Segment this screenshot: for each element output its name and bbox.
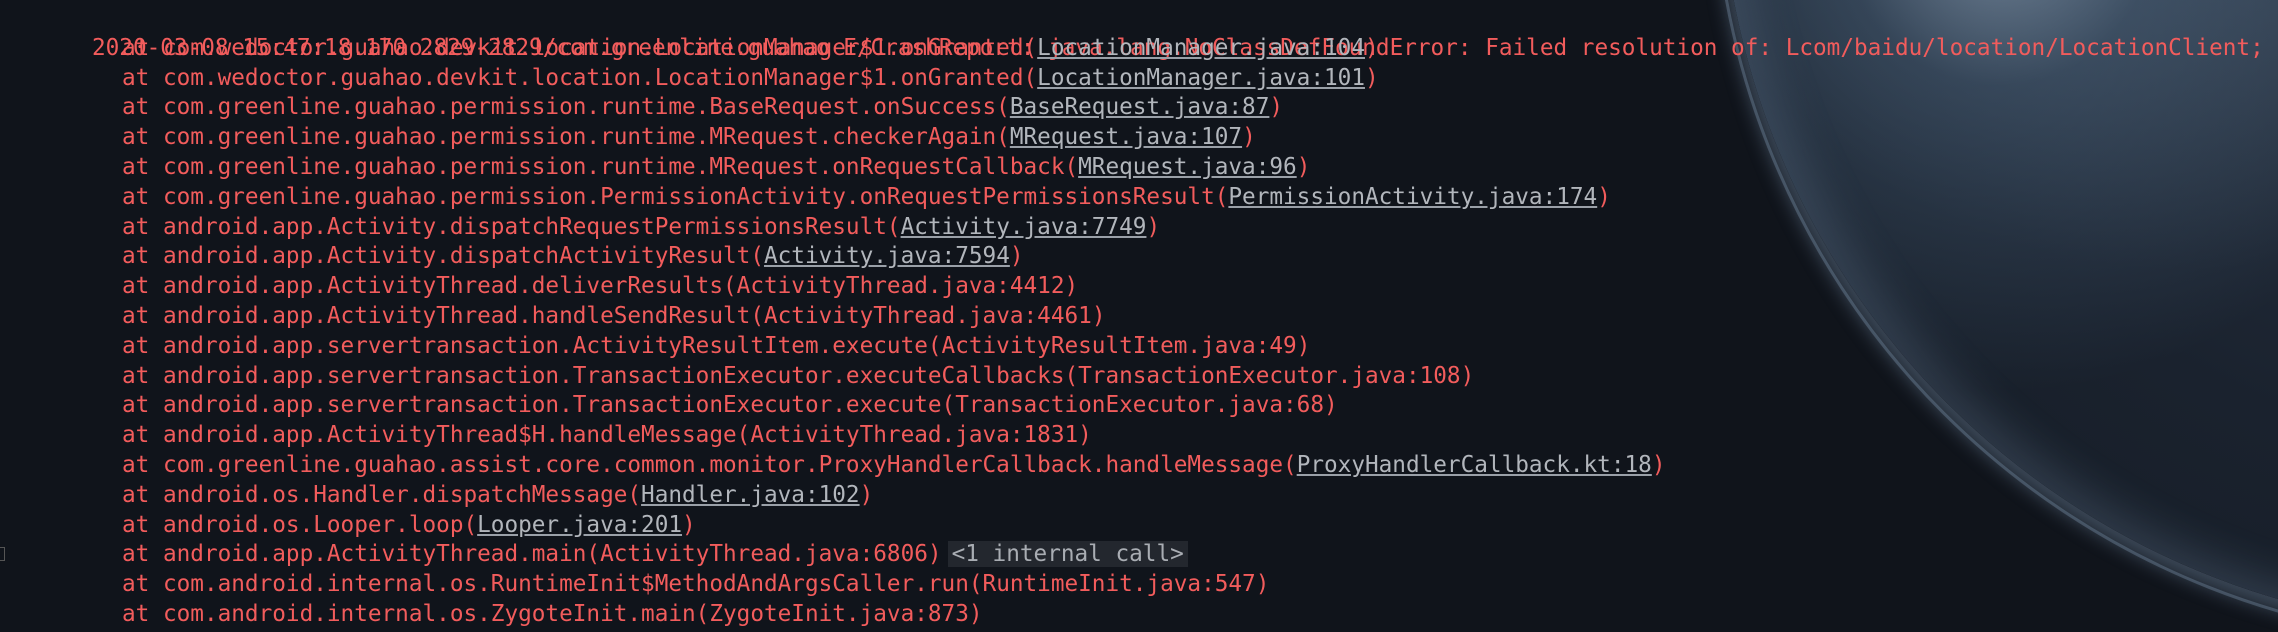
stack-frame-line: at android.app.servertransaction.Transac… — [10, 390, 1338, 420]
closing-paren: ) — [1296, 332, 1311, 359]
stack-frame-line: at com.greenline.guahao.permission.runti… — [10, 152, 1310, 182]
source-file-link[interactable]: MRequest.java:107 — [1010, 124, 1242, 150]
stack-frame-method: at android.os.Handler.dispatchMessage( — [122, 481, 642, 508]
closing-paren: ) — [682, 511, 696, 538]
closing-paren: ) — [1364, 64, 1379, 91]
stack-frame-method: at android.app.ActivityThread.handleSend… — [122, 303, 764, 329]
stack-frame-line: at android.app.ActivityThread.deliverRes… — [10, 271, 1078, 301]
closing-paren: ) — [1242, 124, 1256, 151]
closing-paren: ) — [1324, 392, 1338, 419]
internal-calls-fold-button[interactable]: <1 internal call> — [947, 541, 1188, 568]
stack-frame-method: at android.app.ActivityThread.main( — [122, 541, 601, 568]
stack-frame-line: at com.greenline.guahao.permission.Permi… — [10, 182, 1611, 212]
source-file-link[interactable]: Looper.java:201 — [477, 512, 682, 538]
source-file-text: ActivityThread.java:4461 — [763, 303, 1092, 329]
source-file-text: ActivityThread.java:1831 — [750, 422, 1079, 449]
stack-frame-method: at com.greenline.guahao.permission.Permi… — [122, 183, 1229, 210]
stack-frame-method: at android.app.servertransaction.Activit… — [122, 332, 942, 359]
stack-frame-line: at com.greenline.guahao.assist.core.comm… — [10, 450, 1666, 480]
background-planet-rim — [1712, 0, 2278, 632]
stack-frame-method: at com.greenline.guahao.permission.runti… — [122, 94, 1010, 121]
closing-paren: ) — [859, 481, 874, 508]
stack-frame-line: at android.app.Activity.dispatchActivity… — [10, 241, 1024, 271]
source-file-link[interactable]: LocationManager.java:104 — [1037, 35, 1365, 61]
closing-paren: ) — [1296, 154, 1311, 180]
source-file-link[interactable]: BaseRequest.java:87 — [1010, 94, 1270, 120]
closing-paren: ) — [1364, 34, 1379, 61]
stack-frame-method: at com.wedoctor.guahao.devkit.location.L… — [122, 34, 1038, 61]
fold-marker-icon[interactable] — [0, 547, 5, 561]
closing-paren: ) — [1078, 422, 1092, 449]
stack-frame-method: at android.app.ActivityThread$H.handleMe… — [122, 422, 751, 449]
stack-frame-line: at android.os.Handler.dispatchMessage(Ha… — [10, 480, 873, 510]
stack-frame-line: at android.app.servertransaction.Transac… — [10, 361, 1474, 391]
stack-frame-line: at com.android.internal.os.RuntimeInit$M… — [10, 569, 1269, 599]
source-file-text: ActivityResultItem.java:49 — [941, 332, 1297, 359]
stack-frame-line: at com.wedoctor.guahao.devkit.location.L… — [10, 63, 1379, 93]
closing-paren: ) — [1597, 183, 1611, 210]
stack-frame-line: at android.app.servertransaction.Activit… — [10, 331, 1310, 361]
stack-frame-method: at com.greenline.guahao.permission.runti… — [122, 124, 1010, 151]
stack-frame-method: at com.wedoctor.guahao.devkit.location.L… — [122, 64, 1038, 91]
source-file-link[interactable]: Activity.java:7749 — [901, 214, 1147, 240]
closing-paren: ) — [1091, 303, 1106, 329]
stack-frame-line: at android.app.Activity.dispatchRequestP… — [10, 212, 1160, 242]
stack-frame-line: at android.app.ActivityThread$H.handleMe… — [10, 420, 1092, 450]
source-file-link[interactable]: Activity.java:7594 — [764, 243, 1010, 269]
source-file-link[interactable]: PermissionActivity.java:174 — [1228, 184, 1597, 210]
closing-paren: ) — [1009, 243, 1024, 270]
logcat-console: 2020-03-08 15:47:18.170 2829-2829/com.gr… — [0, 0, 2278, 632]
stack-frame-line: at com.greenline.guahao.permission.runti… — [10, 122, 1256, 152]
stack-frame-method: at android.app.servertransaction.Transac… — [122, 362, 1079, 389]
stack-frame-method: at android.app.Activity.dispatchRequestP… — [122, 213, 901, 240]
closing-paren: ) — [1146, 213, 1161, 240]
stack-frame-line: at android.app.ActivityThread.main(Activ… — [10, 539, 1188, 569]
source-file-link[interactable]: LocationManager.java:101 — [1037, 65, 1365, 91]
stack-frame-line: at com.android.internal.os.ZygoteInit.ma… — [10, 599, 983, 629]
source-file-text: TransactionExecutor.java:68 — [955, 392, 1324, 419]
log-header-line: 2020-03-08 15:47:18.170 2829-2829/com.gr… — [10, 3, 2264, 61]
source-file-text: ZygoteInit.java:873 — [709, 601, 969, 627]
stack-frame-method: at android.app.ActivityThread.deliverRes… — [122, 273, 737, 300]
stack-frame-method: at com.greenline.guahao.permission.runti… — [122, 154, 1079, 180]
stack-frame-line: at com.wedoctor.guahao.devkit.location.L… — [10, 33, 1379, 63]
stack-frame-method: at com.android.internal.os.ZygoteInit.ma… — [122, 601, 710, 627]
source-file-text: ActivityThread.java:4412 — [736, 273, 1065, 300]
closing-paren: ) — [968, 601, 983, 627]
source-file-link[interactable]: Handler.java:102 — [641, 482, 860, 508]
source-file-text: RuntimeInit.java:547 — [982, 571, 1256, 598]
closing-paren: ) — [1255, 571, 1270, 598]
source-file-link[interactable]: MRequest.java:96 — [1078, 154, 1297, 180]
stack-frame-method: at android.os.Looper.loop( — [122, 511, 478, 538]
stack-frame-line: at com.greenline.guahao.permission.runti… — [10, 92, 1283, 122]
stack-frame-method: at com.android.internal.os.RuntimeInit$M… — [122, 571, 983, 598]
stack-frame-line: at android.app.ActivityThread.handleSend… — [10, 301, 1105, 331]
stack-frame-method: at android.app.Activity.dispatchActivity… — [122, 243, 764, 270]
closing-paren: ) — [927, 541, 942, 568]
closing-paren: ) — [1460, 362, 1475, 389]
closing-paren: ) — [1651, 452, 1666, 478]
stack-frame-line: at android.os.Looper.loop(Looper.java:20… — [10, 510, 696, 540]
stack-frame-method: at android.app.servertransaction.Transac… — [122, 392, 956, 419]
source-file-link[interactable]: ProxyHandlerCallback.kt:18 — [1297, 452, 1652, 478]
closing-paren: ) — [1269, 94, 1284, 121]
stack-frame-method: at com.greenline.guahao.assist.core.comm… — [122, 452, 1297, 478]
source-file-text: TransactionExecutor.java:108 — [1078, 362, 1461, 389]
closing-paren: ) — [1064, 273, 1079, 300]
source-file-text: ActivityThread.java:6806 — [600, 541, 928, 568]
